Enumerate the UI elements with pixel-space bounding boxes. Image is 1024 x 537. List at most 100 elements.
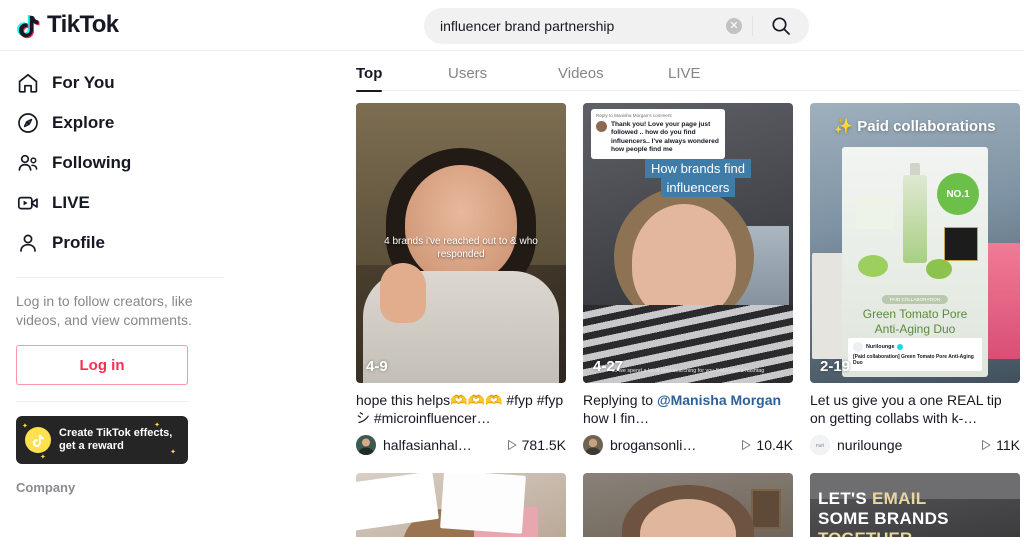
video-date-badge: 4-9: [366, 358, 388, 375]
video-view-count: 11K: [980, 437, 1020, 453]
caption-prefix: Replying to: [583, 392, 654, 408]
avatar[interactable]: [356, 435, 376, 455]
log-in-button[interactable]: Log in: [16, 345, 188, 385]
video-date-badge: 4-27: [593, 358, 624, 375]
paid-collaboration-tag: PAID COLLABORATION: [881, 295, 949, 304]
avatar[interactable]: nuri: [810, 435, 830, 455]
sidebar-divider-2: [16, 401, 188, 402]
text-part-b: EMAIL: [872, 489, 927, 508]
product-tomato-art: [926, 259, 952, 279]
video-thumbnail[interactable]: ✨ Paid collaborations NO.1 PAID COLLABOR…: [810, 103, 1020, 383]
sparkle-icon: ✦: [154, 422, 160, 429]
video-result-card[interactable]: 4 brands i've reached out to & who respo…: [356, 103, 566, 456]
view-count-value: 10.4K: [756, 437, 793, 453]
sidebar-divider: [16, 277, 224, 278]
create-effects-promo-banner[interactable]: ✦ ✦ ✦ ✦ Create TikTok effects, get a rew…: [16, 416, 188, 464]
sidebar-item-explore[interactable]: Explore: [16, 103, 224, 143]
sidebar-item-following[interactable]: Following: [16, 143, 224, 183]
commenter-avatar: [596, 121, 607, 132]
results-grid: 4 brands i've reached out to & who respo…: [356, 103, 1021, 537]
promo-text: Create TikTok effects, get a reward: [59, 427, 172, 453]
clear-search-icon[interactable]: ✕: [726, 18, 742, 34]
footer-heading-company: Company: [16, 480, 76, 495]
comment-overlay-header: Reply to Manisha Morgan's comment: [596, 113, 672, 118]
magnifier-icon: [772, 17, 790, 35]
sidebar-item-label: For You: [52, 73, 115, 92]
video-date-badge: 2-19: [820, 358, 851, 375]
search-bar[interactable]: ✕: [424, 8, 809, 44]
video-thumbnail[interactable]: [356, 473, 566, 537]
ad-description: [Paid collaboration] Green Tomato Pore A…: [853, 353, 974, 367]
left-sidebar: For You Explore Following LIVE Profile L…: [0, 51, 240, 537]
promo-line-2: get a reward: [59, 440, 124, 452]
product-tomato-art: [858, 255, 888, 277]
product-name: Green Tomato Pore Anti-Aging Duo: [842, 307, 988, 337]
svg-text:nuri: nuri: [816, 443, 824, 449]
ad-account-name: Nurilounge: [866, 343, 895, 350]
search-results-main: Top Users Videos LIVE 4 brands i've reac…: [240, 51, 1024, 537]
thumbnail-overlay-text: 4 brands i've reached out to & who respo…: [384, 235, 538, 260]
video-result-card[interactable]: Reply to Manisha Morgan's comment Thank …: [583, 103, 793, 456]
banner-line-2: influencers: [660, 178, 736, 197]
caption-suffix: how I fin…: [583, 410, 650, 426]
video-result-card[interactable]: [583, 473, 793, 537]
avatar[interactable]: [583, 435, 603, 455]
sparkle-icon: ✦: [40, 454, 46, 461]
award-badge-art: [944, 227, 978, 261]
video-author[interactable]: brogansonli…: [610, 437, 696, 453]
compass-icon: [18, 113, 38, 133]
sidebar-item-live[interactable]: LIVE: [16, 183, 224, 223]
video-caption: Replying to @Manisha Morgan how I fin…: [583, 391, 793, 427]
product-name-line-1: Green Tomato Pore: [862, 307, 968, 321]
search-input[interactable]: [424, 18, 726, 34]
video-view-count: 10.4K: [740, 437, 793, 453]
play-triangle-icon: [742, 440, 751, 450]
tab-videos[interactable]: Videos: [558, 65, 668, 91]
ad-account-block: Nurilounge [Paid collaboration] Green To…: [848, 337, 982, 371]
tab-top[interactable]: Top: [356, 65, 448, 92]
tiktok-wordmark: TikTok: [47, 11, 119, 38]
thumbnail-text-line-1: LET'S EMAIL: [818, 489, 926, 509]
thumbnail-banner: How brands find influencers: [645, 159, 751, 197]
live-video-icon: [17, 196, 38, 210]
top-header: TikTok ✕: [0, 0, 1024, 51]
video-thumbnail[interactable]: Reply to Manisha Morgan's comment Thank …: [583, 103, 793, 383]
tab-live[interactable]: LIVE: [668, 65, 778, 91]
caption-mention[interactable]: @Manisha Morgan: [657, 392, 781, 408]
search-button[interactable]: [753, 8, 809, 44]
verified-badge-icon: [897, 343, 904, 350]
tiktok-coin-icon: [25, 427, 51, 453]
video-meta: halfasianhal… 781.5K: [356, 434, 566, 456]
video-result-card[interactable]: [356, 473, 566, 537]
sidebar-item-profile[interactable]: Profile: [16, 223, 224, 263]
comment-overlay-body: Thank you! Love your page just followed …: [611, 121, 719, 154]
thumbnail-text-line-2: SOME BRANDS: [818, 509, 949, 528]
no1-badge: NO.1: [937, 173, 979, 215]
video-thumbnail[interactable]: [583, 473, 793, 537]
thumbnail-title: ✨ Paid collaborations: [834, 118, 996, 135]
sparkle-icon: ✦: [22, 423, 28, 430]
product-jar-art: [856, 195, 894, 229]
video-result-card[interactable]: LET'S EMAIL SOME BRANDS TOGETHER: [810, 473, 1020, 537]
tab-users[interactable]: Users: [448, 65, 558, 91]
sidebar-item-for-you[interactable]: For You: [16, 63, 224, 103]
video-thumbnail[interactable]: 4 brands i've reached out to & who respo…: [356, 103, 566, 383]
ad-account-avatar: [853, 341, 863, 352]
video-view-count: 781.5K: [506, 437, 566, 453]
video-caption: Let us give you a one REAL tip on gettin…: [810, 392, 1002, 426]
login-prompt-text: Log in to follow creators, like videos, …: [16, 293, 193, 328]
person-icon: [20, 234, 36, 252]
view-count-value: 781.5K: [521, 437, 566, 453]
product-ad-card: NO.1 PAID COLLABORATION Green Tomato Por…: [842, 147, 988, 377]
video-author[interactable]: nurilounge: [837, 437, 902, 453]
video-result-card[interactable]: ✨ Paid collaborations NO.1 PAID COLLABOR…: [810, 103, 1020, 456]
sidebar-item-label: Following: [52, 153, 132, 172]
video-thumbnail[interactable]: LET'S EMAIL SOME BRANDS TOGETHER: [810, 473, 1020, 537]
view-count-value: 11K: [996, 437, 1020, 453]
banner-line-1: How brands find: [645, 159, 751, 178]
product-name-line-2: Anti-Aging Duo: [874, 322, 956, 336]
video-author[interactable]: halfasianhal…: [383, 437, 472, 453]
comment-overlay-row: Thank you! Love your page just followed …: [596, 121, 720, 155]
tiktok-logo[interactable]: TikTok: [16, 11, 119, 39]
thumbnail-art: [440, 473, 526, 534]
